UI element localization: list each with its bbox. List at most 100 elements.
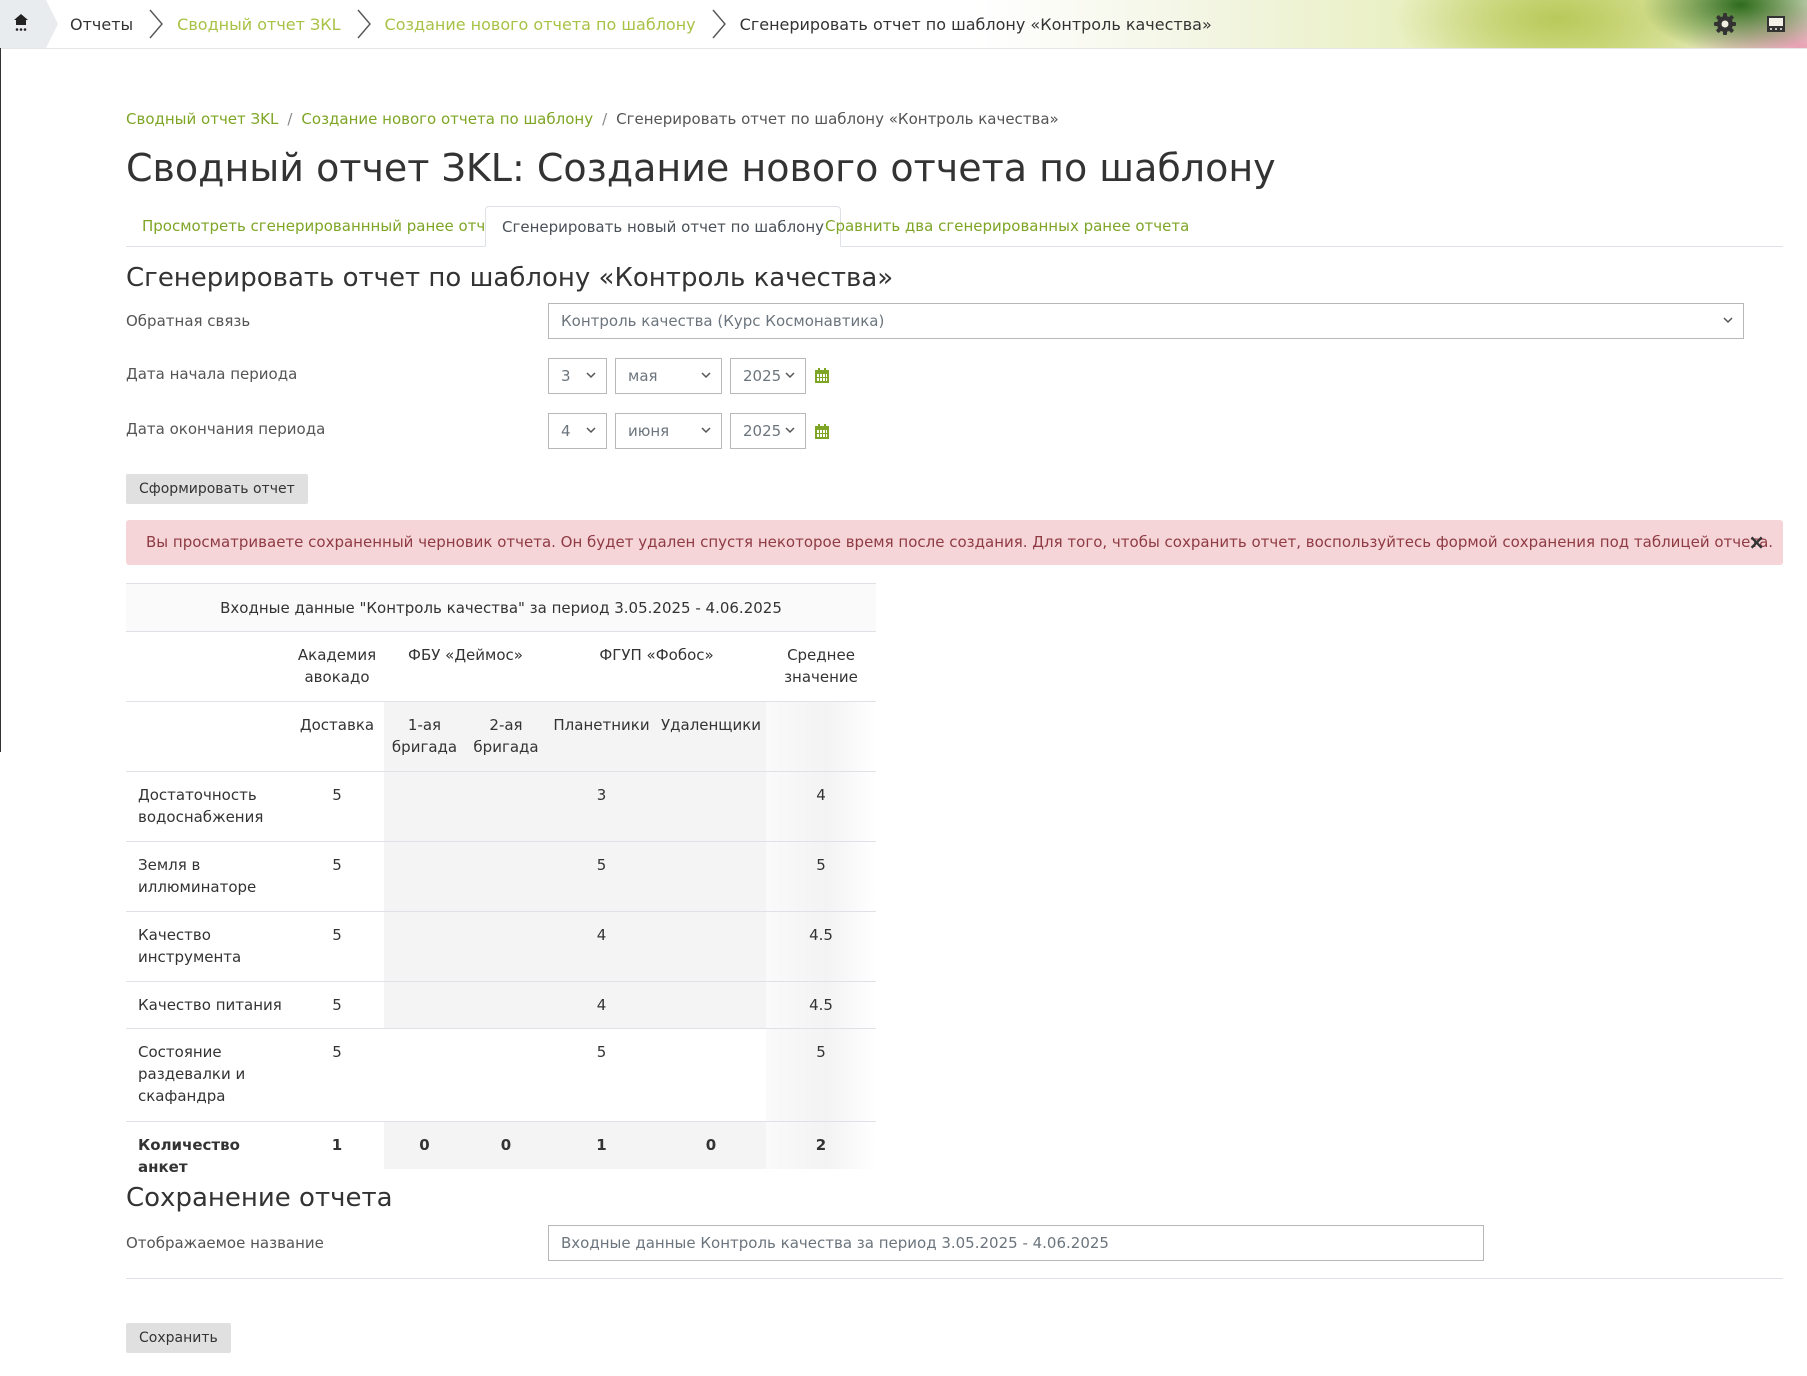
hide-blocks-icon[interactable] xyxy=(1764,12,1788,36)
table-cell-average: 5 xyxy=(766,1029,876,1122)
table-cell: 3 xyxy=(547,772,656,842)
table-cell: 4 xyxy=(547,982,656,1029)
breadcrumb-item-summary-report[interactable]: Сводный отчет ЗKL xyxy=(126,110,278,128)
form-heading: Сгенерировать отчет по шаблону «Контроль… xyxy=(126,263,894,293)
chevron-down-icon xyxy=(785,427,795,434)
table-row: Качество инструмента 5 4 4.5 xyxy=(126,911,876,982)
close-icon[interactable]: × xyxy=(1748,520,1765,565)
table-cell xyxy=(656,772,766,842)
table-cell xyxy=(465,912,547,982)
table-cell: 5 xyxy=(332,1043,342,1061)
row-label: Качество инструмента xyxy=(138,926,242,966)
table-cell: 4 xyxy=(547,912,656,982)
chevron-right-icon xyxy=(357,9,371,39)
table-row: Качество питания 5 4 4.5 xyxy=(126,981,876,1029)
column-header: 2-ая бригада xyxy=(465,702,547,772)
start-day-select[interactable]: 3 xyxy=(548,358,607,394)
breadcrumb: Сводный отчет ЗKL / Создание нового отчета… xyxy=(126,110,1059,128)
start-year-value: 2025 xyxy=(743,367,782,385)
column-group-header: ФБУ «Деймос» xyxy=(408,646,523,664)
chevron-down-icon xyxy=(701,427,711,434)
table-cell-average: 4.5 xyxy=(766,982,876,1029)
start-year-select[interactable]: 2025 xyxy=(730,358,806,394)
top-navbar: Отчеты Сводный отчет ЗКL Создание нового… xyxy=(0,0,1807,49)
home-button[interactable] xyxy=(0,0,58,48)
table-cell: 5 xyxy=(596,1043,607,1061)
start-date-label: Дата начала периода xyxy=(126,365,298,383)
table-cell xyxy=(656,1029,766,1122)
tab-compare-reports[interactable]: Сравнить два сгенерированных ранее отчет… xyxy=(809,206,1205,246)
breadcrumb-separator: / xyxy=(602,110,608,128)
column-group-header: Среднее значение xyxy=(784,646,858,686)
table-group-header-row: Академия авокадо ФБУ «Деймос» ФГУП «Фобо… xyxy=(126,631,876,702)
feedback-select[interactable]: Контроль качества (Курс Космонавтика) xyxy=(548,303,1744,339)
table-cell-average: 5 xyxy=(766,842,876,912)
navbar-item-summary-report[interactable]: Сводный отчет ЗКL xyxy=(177,15,340,34)
calendar-icon[interactable] xyxy=(814,368,830,384)
table-row: Земля в иллюминаторе 5 5 5 xyxy=(126,841,876,912)
chevron-right-icon xyxy=(712,9,726,39)
home-icon xyxy=(14,14,28,31)
display-name-input[interactable]: Входные данные Контроль качества за пери… xyxy=(548,1225,1484,1261)
column-group-header: ФГУП «Фобос» xyxy=(599,646,714,664)
table-cell-average: 4 xyxy=(766,772,876,842)
table-footer-row: Количество анкет 1 0 0 1 0 2 xyxy=(126,1121,876,1176)
end-day-select[interactable]: 4 xyxy=(548,413,607,449)
generate-report-button[interactable]: Сформировать отчет xyxy=(126,474,308,504)
gear-icon[interactable] xyxy=(1713,12,1737,36)
alert-text: Вы просматриваете сохраненный черновик о… xyxy=(146,533,1774,551)
table-cell xyxy=(384,842,465,912)
table-cell: 1 xyxy=(331,1136,343,1154)
end-month-select[interactable]: июня xyxy=(615,413,722,449)
column-group-header: Академия авокадо xyxy=(297,646,377,686)
table-row: Состояние раздевалки и скафандра 5 5 5 xyxy=(126,1028,876,1122)
feedback-label: Обратная связь xyxy=(126,312,251,330)
start-month-select[interactable]: мая xyxy=(615,358,722,394)
table-cell: 0 xyxy=(384,1122,465,1169)
table-cell xyxy=(384,772,465,842)
breadcrumb-item-create-report[interactable]: Создание нового отчета по шаблону xyxy=(301,110,593,128)
column-header-blank xyxy=(766,702,876,772)
table-cell xyxy=(656,842,766,912)
tab-generate-new-report[interactable]: Сгенерировать новый отчет по шаблону xyxy=(485,206,842,247)
column-header: Планетники xyxy=(547,702,656,772)
table-cell: 1 xyxy=(547,1122,656,1169)
display-name-value: Входные данные Контроль качества за пери… xyxy=(561,1234,1109,1252)
table-cell: 5 xyxy=(332,786,342,804)
tab-bar: Просмотреть сгенерированнный ранее отчет… xyxy=(126,206,1783,247)
navbar-breadcrumb: Отчеты Сводный отчет ЗКL Создание нового… xyxy=(0,0,1212,48)
table-cell xyxy=(384,912,465,982)
row-label: Земля в иллюминаторе xyxy=(138,856,257,896)
save-button[interactable]: Сохранить xyxy=(126,1323,231,1353)
end-month-value: июня xyxy=(628,422,670,440)
navbar-item-create-report[interactable]: Создание нового отчета по шаблону xyxy=(385,15,696,34)
table-cell xyxy=(465,842,547,912)
table-row: Достаточность водоснабжения 5 3 4 xyxy=(126,771,876,842)
navbar-item-current: Сгенерировать отчет по шаблону «Контроль… xyxy=(739,14,1212,34)
save-heading: Сохранение отчета xyxy=(126,1183,393,1213)
chevron-down-icon xyxy=(785,372,795,379)
start-day-value: 3 xyxy=(561,367,571,385)
tab-view-previous-report[interactable]: Просмотреть сгенерированнный ранее отчет xyxy=(126,206,519,246)
table-cell xyxy=(656,982,766,1029)
end-year-value: 2025 xyxy=(743,422,782,440)
start-month-value: мая xyxy=(628,367,658,385)
feedback-select-value: Контроль качества (Курс Космонавтика) xyxy=(561,312,885,330)
row-label: Количество анкет xyxy=(138,1136,240,1176)
chevron-down-icon xyxy=(1723,317,1733,324)
table-cell xyxy=(465,772,547,842)
chevron-down-icon xyxy=(586,427,596,434)
column-header: Удаленщики xyxy=(656,702,766,772)
row-label: Состояние раздевалки и скафандра xyxy=(138,1043,246,1105)
column-header: Доставка xyxy=(299,716,375,734)
navbar-item-reports[interactable]: Отчеты xyxy=(70,15,133,34)
table-cell: 5 xyxy=(332,926,342,944)
end-year-select[interactable]: 2025 xyxy=(730,413,806,449)
table-cell: 5 xyxy=(547,842,656,912)
chevron-down-icon xyxy=(586,372,596,379)
calendar-icon[interactable] xyxy=(814,424,830,440)
breadcrumb-separator: / xyxy=(287,110,293,128)
row-label: Достаточность водоснабжения xyxy=(138,786,264,826)
table-cell xyxy=(384,982,465,1029)
row-label: Качество питания xyxy=(138,996,282,1014)
